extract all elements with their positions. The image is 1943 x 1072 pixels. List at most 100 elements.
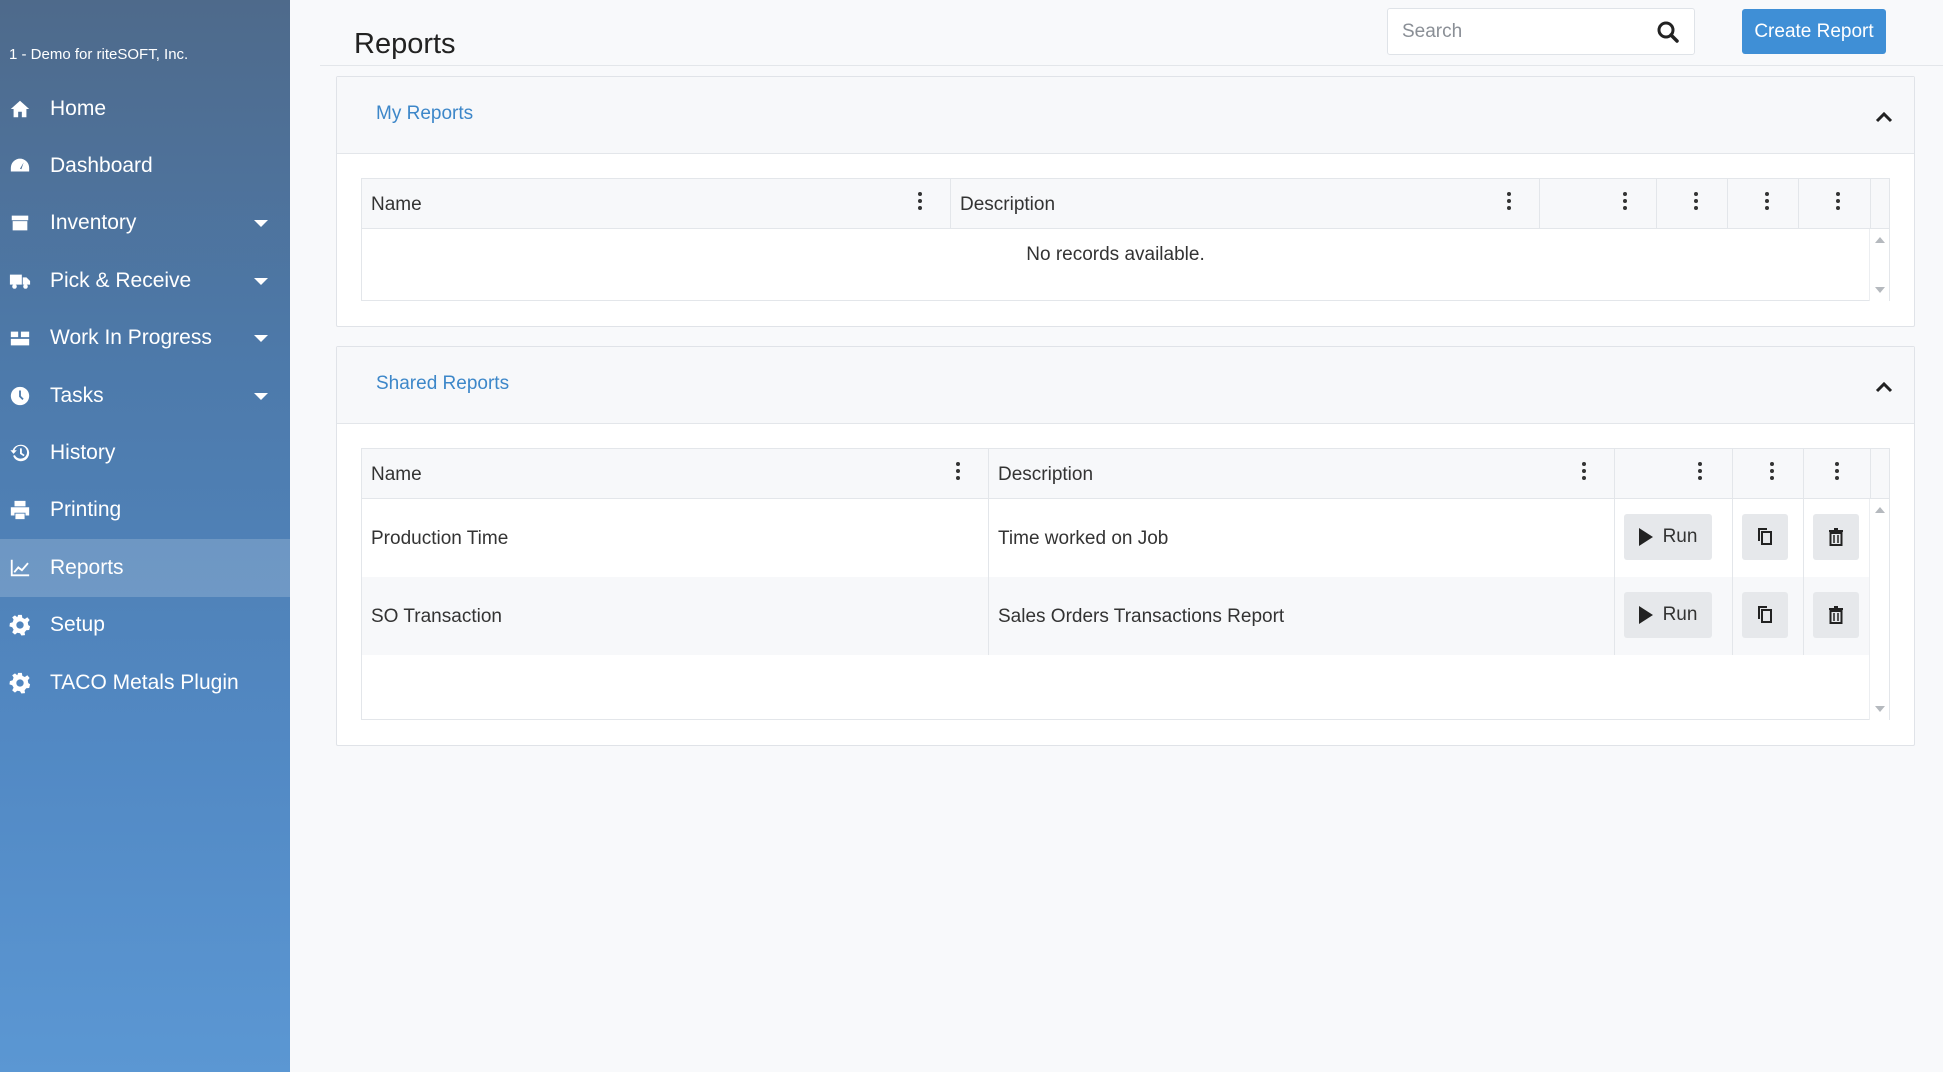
column-menu-icon[interactable] bbox=[955, 462, 961, 484]
trash-icon bbox=[1829, 606, 1843, 624]
my-reports-panel: My Reports Name Description No records a… bbox=[336, 76, 1915, 327]
trash-icon bbox=[1829, 528, 1843, 546]
sidebar-item-dashboard[interactable]: Dashboard bbox=[0, 137, 290, 194]
column-description-label: Description bbox=[998, 464, 1094, 485]
column-description[interactable]: Description bbox=[951, 179, 1540, 228]
column-menu-icon[interactable] bbox=[1581, 462, 1587, 484]
delete-button[interactable] bbox=[1813, 592, 1859, 638]
play-icon bbox=[1638, 528, 1653, 546]
gear-icon bbox=[8, 613, 32, 637]
line-chart-icon bbox=[8, 556, 32, 580]
copy-button[interactable] bbox=[1742, 592, 1788, 638]
home-icon bbox=[8, 97, 32, 121]
scroll-down-icon[interactable] bbox=[1875, 706, 1885, 712]
grid-body: No records available. bbox=[362, 229, 1889, 301]
cell-description: Time worked on Job bbox=[989, 499, 1615, 577]
column-name[interactable]: Name bbox=[362, 449, 989, 498]
copy-icon bbox=[1758, 528, 1772, 545]
column-delete[interactable] bbox=[1804, 449, 1871, 498]
sidebar-item-label: Dashboard bbox=[50, 154, 153, 178]
scroll-up-icon[interactable] bbox=[1875, 237, 1885, 243]
play-icon bbox=[1638, 606, 1653, 624]
column-menu-icon[interactable] bbox=[917, 192, 923, 214]
table-row[interactable]: Production Time Time worked on Job Run bbox=[362, 499, 1871, 577]
column-menu-icon[interactable] bbox=[1622, 192, 1628, 214]
column-extra[interactable] bbox=[1728, 179, 1799, 228]
sidebar-item-history[interactable]: History bbox=[0, 424, 290, 481]
cell-copy bbox=[1733, 499, 1804, 577]
scroll-down-icon[interactable] bbox=[1875, 287, 1885, 293]
vertical-scrollbar[interactable] bbox=[1869, 499, 1889, 720]
inventory-icon bbox=[8, 211, 32, 235]
sidebar-item-home[interactable]: Home bbox=[0, 80, 290, 137]
column-menu-icon[interactable] bbox=[1835, 192, 1841, 214]
column-name[interactable]: Name bbox=[362, 179, 951, 228]
run-button[interactable]: Run bbox=[1624, 592, 1712, 638]
sidebar-item-label: Home bbox=[50, 96, 107, 120]
sidebar-item-label: Setup bbox=[50, 613, 105, 637]
printer-icon bbox=[8, 498, 32, 522]
report-description: Time worked on Job bbox=[998, 528, 1169, 549]
sidebar-item-work-in-progress[interactable]: Work In Progress bbox=[0, 310, 290, 367]
table-row[interactable]: SO Transaction Sales Orders Transactions… bbox=[362, 577, 1871, 655]
dashboard-icon bbox=[8, 154, 32, 178]
sidebar-item-printing[interactable]: Printing bbox=[0, 482, 290, 539]
column-copy[interactable] bbox=[1657, 179, 1728, 228]
column-menu-icon[interactable] bbox=[1697, 462, 1703, 484]
my-reports-header[interactable]: My Reports bbox=[337, 77, 1914, 154]
sidebar-item-inventory[interactable]: Inventory bbox=[0, 195, 290, 252]
report-name: Production Time bbox=[371, 528, 509, 549]
sidebar-item-reports[interactable]: Reports bbox=[0, 539, 290, 597]
shared-reports-header[interactable]: Shared Reports bbox=[337, 347, 1914, 424]
industry-icon bbox=[8, 326, 32, 350]
sidebar-item-pick-receive[interactable]: Pick & Receive bbox=[0, 252, 290, 309]
grid-header: Name Description bbox=[362, 449, 1889, 499]
cell-delete bbox=[1804, 499, 1871, 577]
my-reports-title[interactable]: My Reports bbox=[376, 103, 473, 125]
column-menu-icon[interactable] bbox=[1769, 462, 1775, 484]
column-menu-icon[interactable] bbox=[1506, 192, 1512, 214]
vertical-scrollbar[interactable] bbox=[1869, 229, 1889, 301]
truck-icon bbox=[8, 269, 32, 293]
grid-body: Production Time Time worked on Job Run S… bbox=[362, 499, 1889, 720]
search-icon[interactable] bbox=[1656, 20, 1680, 44]
my-reports-grid: Name Description No records available. bbox=[361, 178, 1890, 301]
column-menu-icon[interactable] bbox=[1834, 462, 1840, 484]
sidebar-item-label: Pick & Receive bbox=[50, 268, 192, 292]
search-box bbox=[1387, 8, 1695, 55]
history-icon bbox=[8, 441, 32, 465]
copy-button[interactable] bbox=[1742, 514, 1788, 560]
column-menu-icon[interactable] bbox=[1764, 192, 1770, 214]
sidebar-item-taco-metals-plugin[interactable]: TACO Metals Plugin bbox=[0, 654, 290, 711]
column-copy[interactable] bbox=[1733, 449, 1804, 498]
gear-icon bbox=[8, 671, 32, 695]
sidebar: 1 - Demo for riteSOFT, Inc. Home Dashboa… bbox=[0, 0, 290, 1072]
scroll-up-icon[interactable] bbox=[1875, 507, 1885, 513]
report-name: SO Transaction bbox=[371, 606, 502, 627]
create-report-button[interactable]: Create Report bbox=[1742, 9, 1886, 54]
no-records-message: No records available. bbox=[1026, 244, 1205, 265]
sidebar-item-label: Printing bbox=[50, 498, 122, 522]
grid-header: Name Description bbox=[362, 179, 1889, 229]
chevron-up-icon[interactable] bbox=[1874, 377, 1894, 397]
column-run[interactable] bbox=[1540, 179, 1657, 228]
sidebar-item-tasks[interactable]: Tasks bbox=[0, 367, 290, 424]
sidebar-item-setup[interactable]: Setup bbox=[0, 597, 290, 654]
run-button[interactable]: Run bbox=[1624, 514, 1712, 560]
chevron-up-icon[interactable] bbox=[1874, 107, 1894, 127]
shared-reports-title[interactable]: Shared Reports bbox=[376, 373, 509, 395]
cell-delete bbox=[1804, 577, 1871, 655]
company-name: 1 - Demo for riteSOFT, Inc. bbox=[9, 46, 189, 63]
column-description[interactable]: Description bbox=[989, 449, 1615, 498]
cell-run: Run bbox=[1615, 499, 1733, 577]
delete-button[interactable] bbox=[1813, 514, 1859, 560]
copy-icon bbox=[1758, 606, 1772, 623]
column-menu-icon[interactable] bbox=[1693, 192, 1699, 214]
shared-reports-panel: Shared Reports Name Description Producti… bbox=[336, 346, 1915, 746]
sidebar-item-label: Work In Progress bbox=[50, 326, 212, 350]
column-delete[interactable] bbox=[1799, 179, 1871, 228]
sidebar-item-label: Reports bbox=[50, 555, 124, 579]
shared-reports-grid: Name Description Production Time Time wo… bbox=[361, 448, 1890, 720]
search-input[interactable] bbox=[1388, 20, 1638, 43]
column-run[interactable] bbox=[1615, 449, 1733, 498]
